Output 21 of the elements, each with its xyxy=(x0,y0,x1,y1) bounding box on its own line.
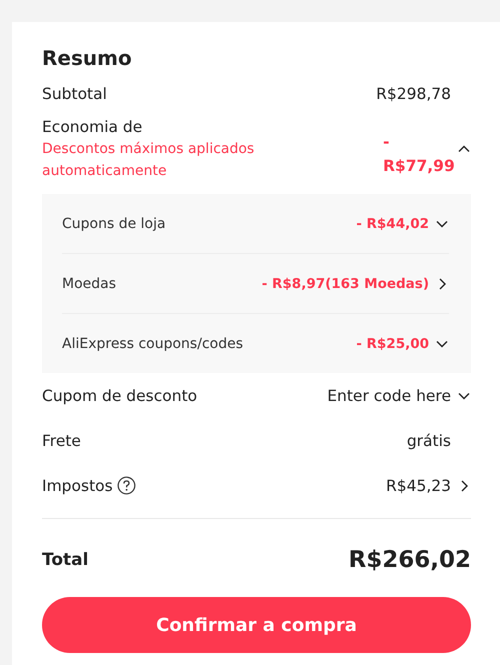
discount-value: - R$25,00 xyxy=(356,336,429,352)
shipping-label: Frete xyxy=(42,432,81,450)
discount-label: AliExpress coupons/codes xyxy=(62,336,244,352)
savings-label: Economia de xyxy=(42,117,144,138)
confirm-purchase-button[interactable]: Confirmar a compra xyxy=(42,597,471,653)
subtotal-label: Subtotal xyxy=(42,85,107,103)
discount-label: Moedas xyxy=(62,276,116,292)
summary-title: Resumo xyxy=(42,46,133,70)
total-label: Total xyxy=(42,550,88,570)
tax-value: R$45,23 xyxy=(386,476,451,494)
coupon-label: Cupom de desconto xyxy=(42,386,198,404)
tax-label: Impostos xyxy=(42,476,113,494)
savings-note: Descontos máximos aplicados automaticamente xyxy=(42,140,256,181)
subtotal-value: R$298,78 xyxy=(376,85,451,103)
discount-label: Cupons de loja xyxy=(62,216,166,232)
shipping-value: grátis xyxy=(406,432,451,450)
coupon-code-field[interactable]: Enter code here xyxy=(311,386,451,404)
discount-value: - R$8,97(163 Moedas) xyxy=(262,276,429,292)
total-value: R$266,02 xyxy=(348,547,471,573)
discount-value: - R$44,02 xyxy=(356,216,429,232)
help-icon[interactable] xyxy=(116,476,136,495)
